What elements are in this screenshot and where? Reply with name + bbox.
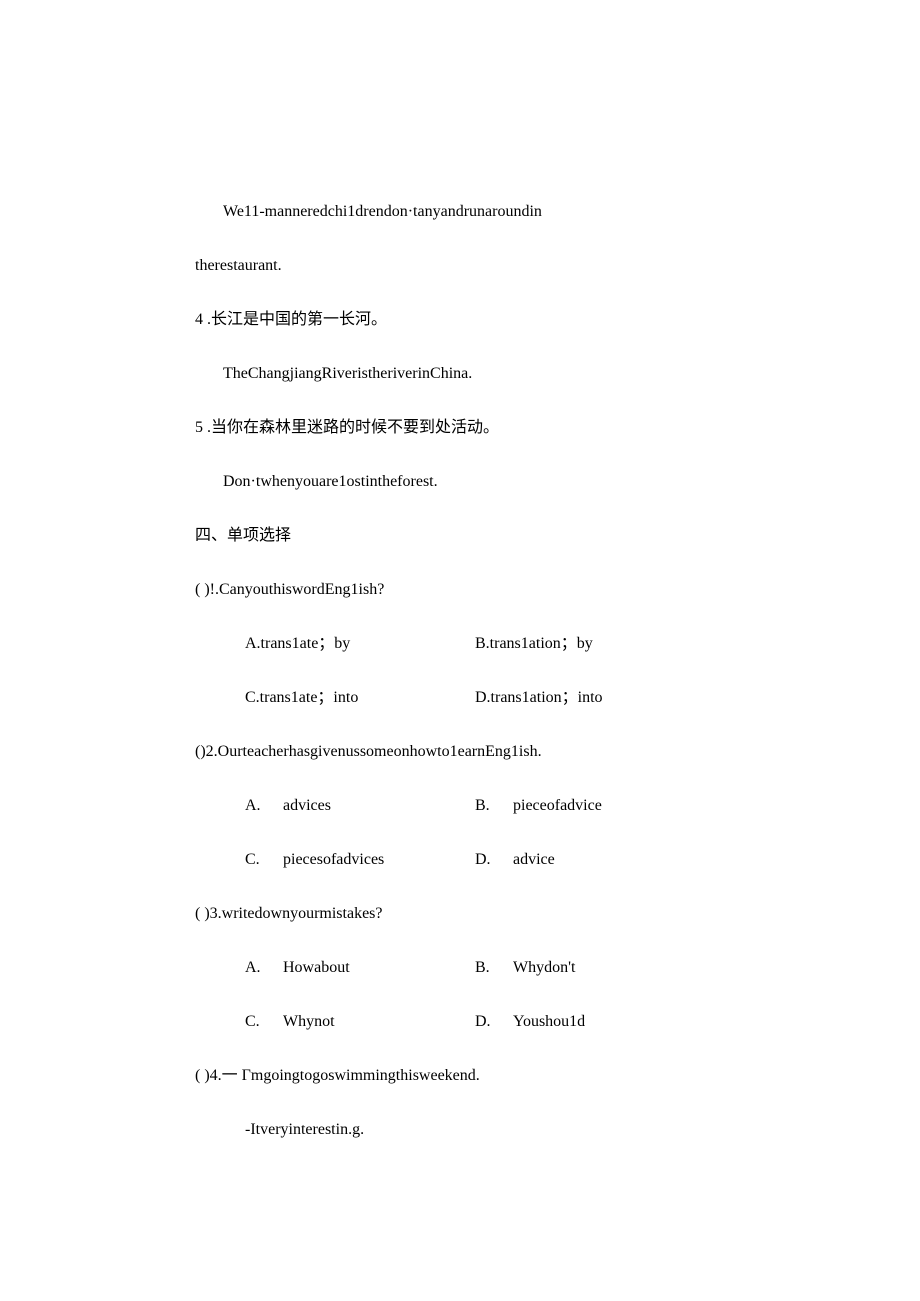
question-text-cn: .当你在森林里迷路的时候不要到处活动。 xyxy=(203,419,499,436)
mc3-option-a-letter: A. xyxy=(245,956,283,980)
mc2-options-row1: A. advices B. pieceofadvice xyxy=(195,794,740,818)
mc3-option-c-text: Whynot xyxy=(283,1010,475,1034)
mc2-option-c-letter: C. xyxy=(245,848,283,872)
mc3-options-row1: A. Howabout B. Whydon't xyxy=(195,956,740,980)
mc1-option-b: B.trans1ation；by xyxy=(475,632,740,656)
mc1-option-d: D.trans1ation；into xyxy=(475,686,740,710)
mc3-option-b-letter: B. xyxy=(475,956,513,980)
mc1-option-c: C.trans1ate；into xyxy=(245,686,475,710)
question-5-english: Don·twhenyouare1ostintheforest. xyxy=(195,470,740,494)
mc3-option-b-text: Whydon't xyxy=(513,956,740,980)
mc3-option-a-text: Howabout xyxy=(283,956,475,980)
mc-question-3: ( )3.writedownyourmistakes? xyxy=(195,902,740,926)
mc2-option-a-letter: A. xyxy=(245,794,283,818)
mc-question-4-response: -Itveryinterestin.g. xyxy=(195,1118,740,1142)
mc3-options-row2: C. Whynot D. Youshou1d xyxy=(195,1010,740,1034)
mc3-option-d-text: Youshou1d xyxy=(513,1010,740,1034)
mc2-option-b-text: pieceofadvice xyxy=(513,794,740,818)
mc2-option-d-text: advice xyxy=(513,848,740,872)
question-number: 5 xyxy=(195,419,203,436)
question-number: 4 xyxy=(195,311,203,328)
mc-question-1: ( )!.CanyouthiswordEng1ish? xyxy=(195,578,740,602)
question-4: 4 .长江是中国的第一长河。 xyxy=(195,308,740,332)
mc3-option-c-letter: C. xyxy=(245,1010,283,1034)
body-text: therestaurant. xyxy=(195,254,740,278)
mc-question-4: ( )4.一 Γmgoingtogoswimmingthisweekend. xyxy=(195,1064,740,1088)
question-text-cn: .长江是中国的第一长河。 xyxy=(203,311,387,328)
mc1-options-row2: C.trans1ate；into D.trans1ation；into xyxy=(195,686,740,710)
mc2-option-d-letter: D. xyxy=(475,848,513,872)
section-heading: 四、单项选择 xyxy=(195,524,740,548)
mc2-option-a-text: advices xyxy=(283,794,475,818)
document-page: We11-manneredchi1drendon·tanyandrunaroun… xyxy=(0,0,920,1301)
mc1-option-a: A.trans1ate；by xyxy=(245,632,475,656)
mc2-options-row2: C. piecesofadvices D. advice xyxy=(195,848,740,872)
body-text: We11-manneredchi1drendon·tanyandrunaroun… xyxy=(195,200,740,224)
mc2-option-b-letter: B. xyxy=(475,794,513,818)
question-4-english: TheChangjiangRiveristheriverinChina. xyxy=(195,362,740,386)
mc-question-2: ()2.Ourteacherhasgivenussomeonhowto1earn… xyxy=(195,740,740,764)
mc3-option-d-letter: D. xyxy=(475,1010,513,1034)
mc2-option-c-text: piecesofadvices xyxy=(283,848,475,872)
question-5: 5 .当你在森林里迷路的时候不要到处活动。 xyxy=(195,416,740,440)
mc1-options-row1: A.trans1ate；by B.trans1ation；by xyxy=(195,632,740,656)
